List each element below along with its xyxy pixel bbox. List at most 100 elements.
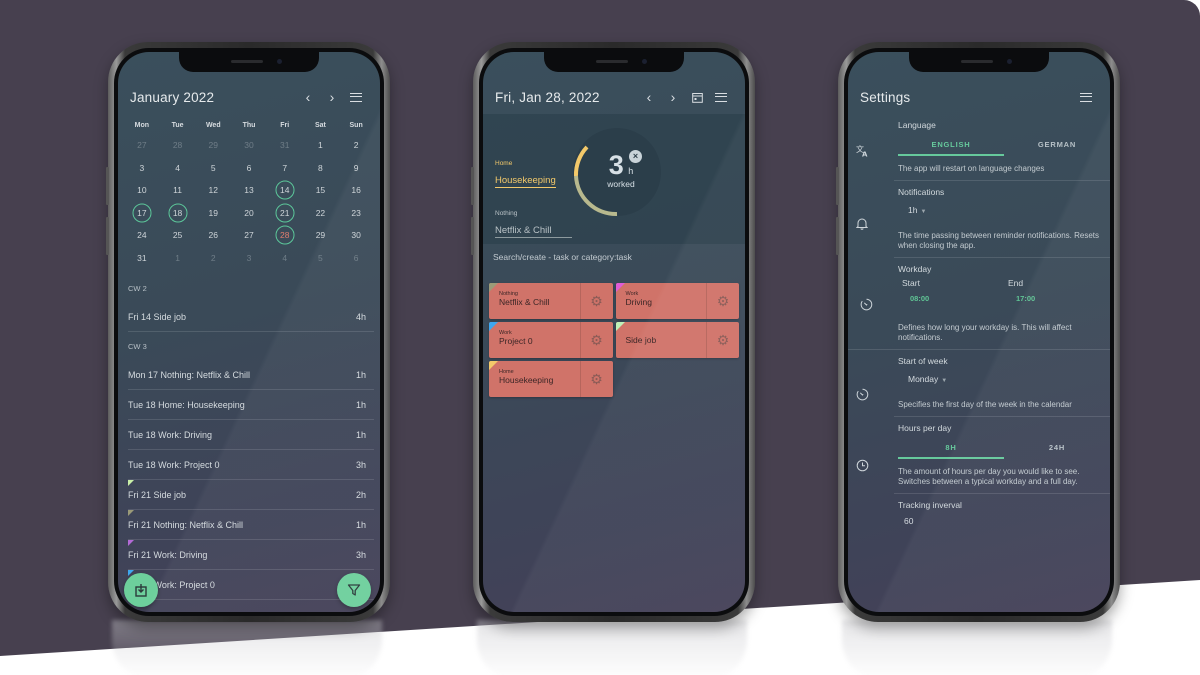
chevron-left-icon[interactable]: ‹ — [637, 87, 661, 107]
calendar-day[interactable]: 15 — [303, 179, 339, 201]
close-icon[interactable]: × — [629, 150, 642, 163]
start-of-week-dropdown[interactable]: Monday ▼ — [898, 370, 1110, 400]
task-tile[interactable]: Nothing Netflix & Chill ⚙ — [489, 283, 613, 319]
export-button[interactable] — [124, 573, 158, 607]
tracking-interval-input[interactable]: 60 — [898, 514, 1110, 526]
time-entry[interactable]: Tue 18 Home: Housekeeping 1h — [128, 390, 374, 420]
calendar-day[interactable]: 12 — [195, 179, 231, 201]
calendar-day[interactable]: 20 — [231, 202, 267, 224]
calendar-day[interactable]: 24 — [124, 224, 160, 246]
calendar-day[interactable]: 30 — [338, 224, 374, 246]
calendar-day[interactable]: 31 — [267, 134, 303, 156]
time-entry[interactable]: Tue 18 Work: Driving 1h — [128, 420, 374, 450]
tab-english[interactable]: ENGLISH — [898, 134, 1004, 156]
date-title: Fri, Jan 28, 2022 — [495, 89, 600, 105]
setting-title: Start of week — [898, 356, 948, 366]
calendar-day[interactable]: 19 — [195, 202, 231, 224]
gear-icon[interactable]: ⚙ — [579, 322, 613, 358]
entry-label: Tue 18 Work: Project 0 — [128, 459, 220, 470]
calendar-day[interactable]: 23 — [338, 202, 374, 224]
gear-icon[interactable]: ⚙ — [706, 322, 739, 358]
calendar-day[interactable]: 13 — [231, 179, 267, 201]
day-number: 5 — [318, 252, 323, 263]
calendar-day[interactable]: 22 — [303, 202, 339, 224]
chevron-right-icon[interactable]: › — [661, 87, 685, 107]
start-time[interactable]: 08:00 — [910, 294, 1004, 303]
calendar-day[interactable]: 27 — [231, 224, 267, 246]
dropdown-value: 1h — [908, 205, 918, 215]
task-tile[interactable]: Work Driving ⚙ — [615, 283, 739, 319]
calendar-day[interactable]: 29 — [195, 134, 231, 156]
calendar-day[interactable]: 6 — [338, 247, 374, 269]
calendar-day[interactable]: 29 — [303, 224, 339, 246]
task-category: Nothing — [495, 210, 518, 217]
filter-button[interactable] — [337, 573, 371, 607]
calendar-day[interactable]: 16 — [338, 179, 374, 201]
calendar-day[interactable]: 1 — [303, 134, 339, 156]
time-entry[interactable]: Fri 21 Side job 2h — [128, 480, 374, 510]
calendar-appbar: January 2022 ‹ › — [118, 80, 380, 114]
calendar-icon[interactable] — [685, 87, 709, 107]
calendar-day[interactable]: 27 — [124, 134, 160, 156]
task-tile[interactable]: Home Housekeeping ⚙ — [489, 361, 613, 397]
caret-down-icon: ▼ — [941, 378, 948, 384]
menu-icon[interactable] — [709, 87, 733, 107]
calendar-day[interactable]: 8 — [303, 157, 339, 179]
chevron-left-icon[interactable]: ‹ — [296, 87, 320, 107]
workday-end[interactable]: End 17:00 — [1004, 278, 1110, 303]
calendar-day[interactable]: 5 — [303, 247, 339, 269]
calendar-day[interactable]: 28 — [267, 224, 303, 246]
calendar-day[interactable]: 1 — [160, 247, 196, 269]
time-entry[interactable]: Mon 17 Nothing: Netflix & Chill 1h — [128, 360, 374, 390]
setting-description: Defines how long your workday is. This w… — [898, 323, 1072, 342]
menu-icon[interactable] — [344, 87, 368, 107]
tab-8h[interactable]: 8H — [898, 437, 1004, 459]
calendar-day[interactable]: 7 — [267, 157, 303, 179]
calendar-day[interactable]: 6 — [231, 157, 267, 179]
time-entry[interactable]: Fri 14 Side job 4h — [128, 302, 374, 332]
task-search-input[interactable]: Search/create - task or category:task — [493, 248, 735, 266]
calendar-day[interactable]: 28 — [160, 134, 196, 156]
task-tile[interactable]: Side job ⚙ — [615, 322, 739, 358]
calendar-day[interactable]: 4 — [267, 247, 303, 269]
calendar-day[interactable]: 26 — [195, 224, 231, 246]
time-entry[interactable]: Tue 18 Work: Project 0 3h — [128, 450, 374, 480]
calendar-day[interactable]: 3 — [231, 247, 267, 269]
calendar-day[interactable]: 11 — [160, 179, 196, 201]
calendar-day[interactable]: 30 — [231, 134, 267, 156]
calendar-day[interactable]: 9 — [338, 157, 374, 179]
task-tile[interactable]: Work Project 0 ⚙ — [489, 322, 613, 358]
day-number: 1 — [318, 140, 323, 151]
calendar-day[interactable]: 21 — [267, 202, 303, 224]
calendar-day[interactable]: 10 — [124, 179, 160, 201]
calendar-day[interactable]: 14 — [267, 179, 303, 201]
end-time[interactable]: 17:00 — [1016, 294, 1110, 303]
tab-german[interactable]: GERMAN — [1004, 134, 1110, 156]
calendar-day[interactable]: 2 — [195, 247, 231, 269]
time-entry[interactable]: Fri 21 Nothing: Netflix & Chill 1h — [128, 510, 374, 540]
gear-icon[interactable]: ⚙ — [706, 283, 739, 319]
summary-task-housekeeping[interactable]: Home Housekeeping — [495, 152, 556, 188]
calendar-day[interactable]: 5 — [195, 157, 231, 179]
volume-down-button — [106, 217, 109, 255]
phone-reflection — [477, 620, 747, 675]
calendar-day[interactable]: 31 — [124, 247, 160, 269]
menu-icon[interactable] — [1074, 87, 1098, 107]
notification-interval-dropdown[interactable]: 1h ▼ — [898, 201, 1110, 231]
calendar-day[interactable]: 25 — [160, 224, 196, 246]
calendar-day[interactable]: 4 — [160, 157, 196, 179]
day-number: 5 — [210, 162, 216, 173]
chevron-right-icon[interactable]: › — [320, 87, 344, 107]
time-entry[interactable]: Fri 21 Work: Driving 3h — [128, 540, 374, 570]
timer-icon — [856, 388, 869, 404]
workday-start[interactable]: Start 08:00 — [898, 278, 1004, 303]
tab-24h[interactable]: 24H — [1004, 437, 1110, 459]
calendar-day[interactable]: 17 — [124, 202, 160, 224]
calendar-day[interactable]: 2 — [338, 134, 374, 156]
settings-list: 文A Language ENGLISH GERMAN The app will … — [848, 114, 1110, 532]
calendar-week: 3 4 5 6 7 8 9 — [124, 157, 374, 180]
gear-icon[interactable]: ⚙ — [579, 283, 613, 319]
calendar-day[interactable]: 3 — [124, 157, 160, 179]
calendar-day[interactable]: 18 — [160, 202, 196, 224]
gear-icon[interactable]: ⚙ — [579, 361, 613, 397]
